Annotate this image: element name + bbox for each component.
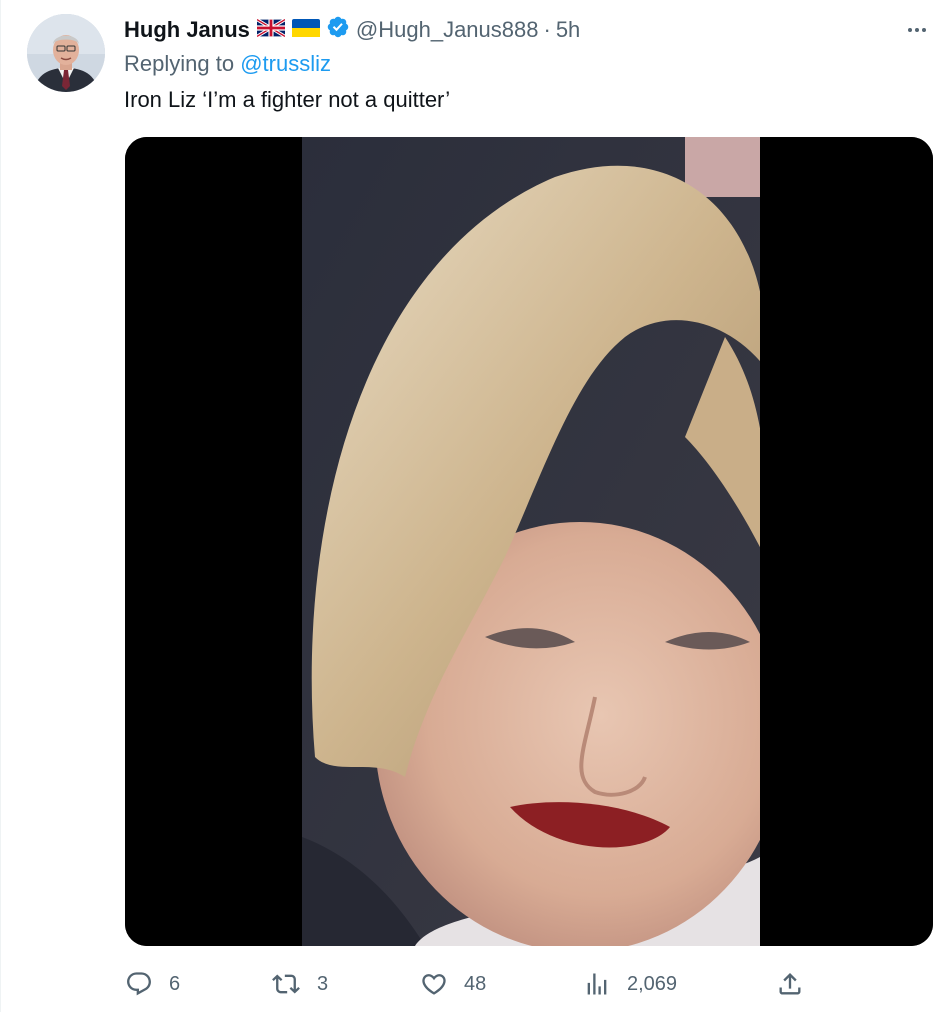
timestamp[interactable]: 5h	[556, 17, 580, 43]
avatar[interactable]	[27, 14, 105, 92]
more-dots-icon	[908, 28, 926, 32]
views-chart-icon	[587, 973, 607, 995]
heart-icon	[422, 974, 446, 995]
ukraine-flag-icon	[291, 17, 320, 43]
verified-badge-icon[interactable]	[326, 15, 350, 45]
reply-button[interactable]: 6	[125, 962, 180, 1006]
tweet-header: Hugh Janus @Hugh_Janus888 · 5h	[124, 14, 580, 46]
reply-mention-link[interactable]: @trussliz	[240, 51, 331, 76]
reply-prefix: Replying to	[124, 51, 235, 76]
uk-flag-icon	[256, 17, 286, 43]
avatar-image	[27, 14, 105, 92]
reply-bubble-icon	[127, 972, 151, 996]
reply-count: 6	[169, 972, 181, 995]
retweet-icon	[272, 974, 300, 994]
retweet-count: 3	[317, 972, 329, 995]
tweet: Hugh Janus @Hugh_Janus888 · 5h Replying …	[0, 0, 945, 1012]
like-count: 48	[464, 972, 487, 995]
action-bar: 6 3 48 2,069	[1, 962, 945, 1006]
separator-dot: ·	[543, 17, 551, 42]
retweet-button[interactable]: 3	[271, 962, 328, 1006]
display-name[interactable]: Hugh Janus	[124, 17, 250, 43]
like-button[interactable]: 48	[420, 962, 486, 1006]
views-count: 2,069	[627, 972, 678, 995]
more-options-button[interactable]	[903, 16, 931, 44]
share-button[interactable]	[776, 962, 804, 1006]
user-handle[interactable]: @Hugh_Janus888	[356, 17, 539, 43]
share-icon	[779, 973, 801, 995]
video-frame	[125, 137, 933, 946]
replying-to: Replying to @trussliz	[124, 51, 331, 77]
tweet-video[interactable]	[125, 137, 933, 946]
tweet-text: Iron Liz ‘I’m a fighter not a quitter’	[124, 87, 451, 112]
views-button[interactable]: 2,069	[583, 962, 677, 1006]
